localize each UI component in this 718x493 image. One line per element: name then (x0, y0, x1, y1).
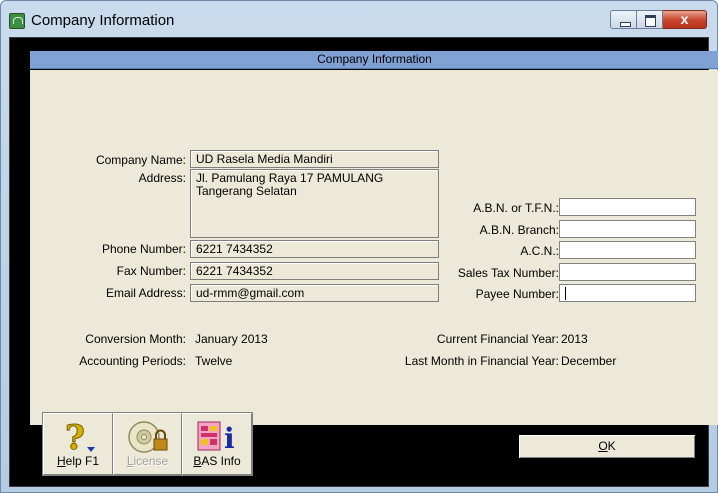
svg-text:?: ? (65, 419, 85, 455)
email-field[interactable]: ud-rmm@gmail.com (190, 284, 439, 302)
close-button[interactable]: x (663, 10, 707, 29)
conversion-month-value: January 2013 (195, 332, 268, 346)
bottom-toolbar: ? Help F1 License i BAS Info (42, 412, 253, 476)
sales-tax-label: Sales Tax Number: (457, 266, 559, 280)
address-line-2: Tangerang Selatan (196, 184, 297, 198)
app-icon (9, 13, 25, 29)
abn-field[interactable] (559, 198, 696, 216)
abn-branch-field[interactable] (559, 220, 696, 238)
bas-info-caption: BAS Info (193, 454, 241, 468)
bas-info-button[interactable]: i BAS Info (182, 413, 252, 475)
financial-year-label: Current Financial Year: (436, 332, 559, 346)
phone-label: Phone Number: (101, 242, 186, 256)
fax-field[interactable]: 6221 7434352 (190, 262, 439, 280)
window-title: Company Information (31, 12, 175, 29)
company-name-label: Company Name: (95, 153, 186, 167)
caret-icon (565, 287, 566, 301)
svg-text:i: i (224, 422, 235, 455)
conversion-month-label: Conversion Month: (85, 332, 186, 346)
section-header: Company Information (30, 51, 718, 69)
company-information-window: Company Information x Company Informatio… (0, 0, 718, 493)
last-month-value: December (561, 354, 617, 368)
abn-branch-label: A.B.N. Branch: (479, 223, 559, 237)
help-caption: Help F1 (56, 454, 100, 468)
payee-label: Payee Number: (475, 287, 559, 301)
address-field[interactable]: Jl. Pamulang Raya 17 PAMULANG Tangerang … (190, 169, 439, 238)
financial-year-value: 2013 (561, 332, 588, 346)
form-panel: Company Name: UD Rasela Media Mandiri Ad… (30, 70, 718, 425)
email-label: Email Address: (105, 286, 186, 300)
accounting-periods-label: Accounting Periods: (79, 354, 186, 368)
title-bar[interactable]: Company Information x (1, 1, 717, 37)
accounting-periods-value: Twelve (195, 354, 233, 368)
license-button[interactable]: License (113, 413, 182, 475)
abn-label: A.B.N. or T.F.N.: (473, 201, 559, 215)
help-button[interactable]: ? Help F1 (43, 413, 113, 475)
address-label: Address: (138, 171, 186, 185)
maximize-button[interactable] (637, 10, 663, 29)
bas-info-icon: i (197, 421, 235, 455)
payee-field[interactable] (559, 284, 696, 302)
phone-field[interactable]: 6221 7434352 (190, 240, 439, 258)
cd-lock-icon (128, 421, 168, 453)
license-caption: License (126, 454, 169, 468)
question-mark-icon: ? (65, 419, 95, 455)
acn-field[interactable] (559, 241, 696, 259)
fax-label: Fax Number: (116, 264, 186, 278)
last-month-label: Last Month in Financial Year: (404, 354, 559, 368)
ok-button[interactable]: OK (518, 434, 696, 459)
sales-tax-field[interactable] (559, 263, 696, 281)
company-name-field[interactable]: UD Rasela Media Mandiri (190, 150, 439, 168)
acn-label: A.C.N.: (520, 244, 559, 258)
minimize-button[interactable] (610, 10, 637, 29)
window-controls: x (610, 10, 707, 30)
close-icon: x (680, 11, 689, 27)
